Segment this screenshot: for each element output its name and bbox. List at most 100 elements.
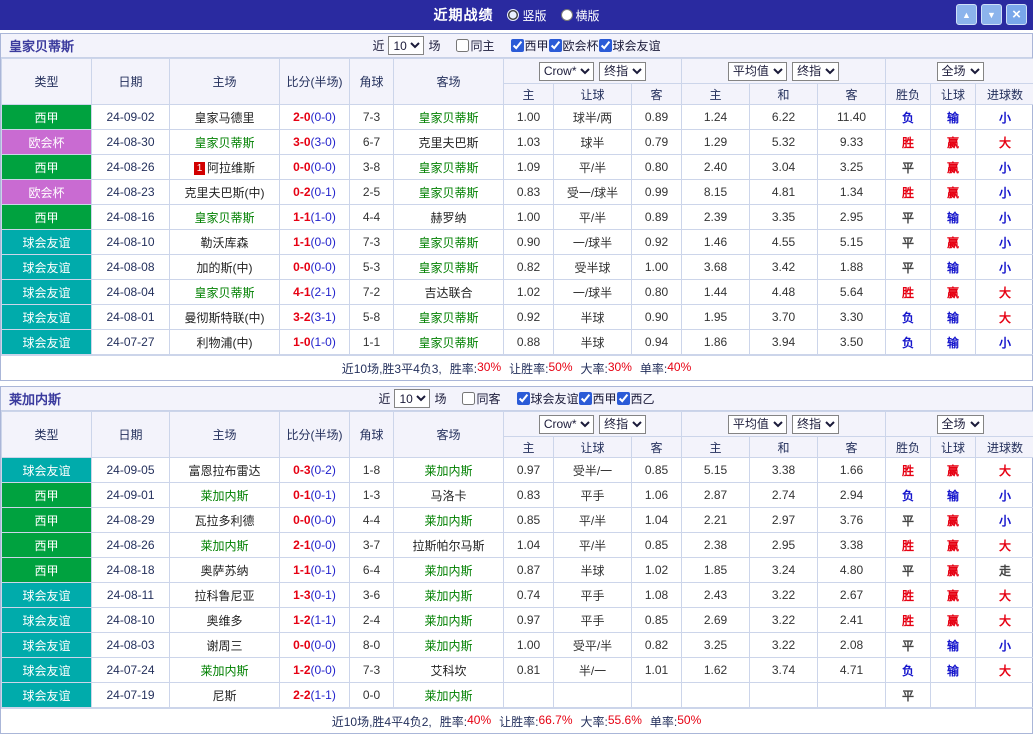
league-filter-西乙[interactable]: 西乙 bbox=[617, 390, 655, 407]
match-result: 平 bbox=[886, 508, 931, 533]
home-team-name[interactable]: 瓦拉多利德 bbox=[194, 514, 254, 528]
halftime-score: (0-2) bbox=[311, 463, 336, 477]
away-team-name[interactable]: 皇家贝蒂斯 bbox=[418, 161, 478, 175]
away-team-name[interactable]: 莱加内斯 bbox=[424, 589, 472, 603]
home-team-name[interactable]: 奥维多 bbox=[206, 614, 242, 628]
league-filter-球会友谊[interactable]: 球会友谊 bbox=[517, 390, 579, 407]
match-row: 欧会杯24-08-23克里夫巴斯(中)0-2(0-1)2-5皇家贝蒂斯0.83受… bbox=[2, 180, 1033, 205]
league-filter-checkbox[interactable] bbox=[549, 39, 562, 52]
home-team-name[interactable]: 阿拉维斯 bbox=[207, 161, 255, 175]
home-team-name[interactable]: 曼彻斯特联(中) bbox=[185, 311, 265, 325]
home-team-name[interactable]: 皇家马德里 bbox=[194, 111, 254, 125]
away-team-name[interactable]: 皇家贝蒂斯 bbox=[418, 311, 478, 325]
home-team-name[interactable]: 莱加内斯 bbox=[200, 664, 248, 678]
away-team-name[interactable]: 皇家贝蒂斯 bbox=[418, 236, 478, 250]
league-filter-西甲[interactable]: 西甲 bbox=[511, 37, 549, 54]
away-team-name[interactable]: 艾科坎 bbox=[430, 664, 466, 678]
match-date: 24-08-18 bbox=[92, 558, 170, 583]
layout-vertical-radio[interactable]: 竖版 bbox=[507, 7, 546, 24]
move-down-button[interactable]: ▼ bbox=[981, 4, 1002, 25]
league-filter-checkbox[interactable] bbox=[617, 392, 630, 405]
corner-score: 1-1 bbox=[350, 330, 394, 355]
away-team-name[interactable]: 莱加内斯 bbox=[424, 564, 472, 578]
away-team-name[interactable]: 莱加内斯 bbox=[424, 689, 472, 703]
match-row: 球会友谊24-08-08加的斯(中)0-0(0-0)5-3皇家贝蒂斯0.82受半… bbox=[2, 255, 1033, 280]
away-team-name[interactable]: 克里夫巴斯 bbox=[418, 136, 478, 150]
league-filter-checkbox[interactable] bbox=[579, 392, 592, 405]
avg-company-select[interactable]: 平均值 bbox=[728, 415, 787, 434]
layout-horizontal-radio[interactable]: 横版 bbox=[561, 7, 600, 24]
away-team-name[interactable]: 皇家贝蒂斯 bbox=[418, 111, 478, 125]
home-team-name[interactable]: 皇家贝蒂斯 bbox=[194, 136, 254, 150]
home-team-name[interactable]: 拉科鲁尼亚 bbox=[194, 589, 254, 603]
away-team: 皇家贝蒂斯 bbox=[394, 255, 504, 280]
close-button[interactable]: × bbox=[1006, 4, 1027, 25]
league-filters: 西甲欧会杯球会友谊 bbox=[511, 37, 661, 54]
away-team-name[interactable]: 马洛卡 bbox=[430, 489, 466, 503]
vertical-radio-input[interactable] bbox=[507, 9, 519, 21]
match-row: 西甲24-08-26莱加内斯2-1(0-0)3-7拉斯帕尔马斯1.04平/半0.… bbox=[2, 533, 1033, 558]
same-venue-filter[interactable]: 同主 bbox=[456, 37, 494, 54]
league-filter-西甲[interactable]: 西甲 bbox=[579, 390, 617, 407]
avg-final-select[interactable]: 终指 bbox=[792, 415, 839, 434]
away-team-name[interactable]: 莱加内斯 bbox=[424, 514, 472, 528]
away-team-name[interactable]: 莱加内斯 bbox=[424, 614, 472, 628]
move-up-button[interactable]: ▲ bbox=[956, 4, 977, 25]
same-venue-filter[interactable]: 同客 bbox=[462, 390, 500, 407]
league-type-cell: 球会友谊 bbox=[2, 280, 92, 305]
odds-company-select[interactable]: Crow* bbox=[539, 415, 594, 434]
away-team-name[interactable]: 皇家贝蒂斯 bbox=[418, 261, 478, 275]
home-team-name[interactable]: 加的斯(中) bbox=[197, 261, 253, 275]
away-team-name[interactable]: 莱加内斯 bbox=[424, 464, 472, 478]
away-team-name[interactable]: 赫罗纳 bbox=[430, 211, 466, 225]
fulltime-select[interactable]: 全场 bbox=[937, 62, 984, 81]
fulltime-select[interactable]: 全场 bbox=[937, 415, 984, 434]
handicap-home-odds: 0.88 bbox=[504, 330, 554, 355]
home-team-name[interactable]: 勒沃库森 bbox=[200, 236, 248, 250]
corner-score: 0-0 bbox=[350, 683, 394, 708]
home-team-name[interactable]: 谢周三 bbox=[206, 639, 242, 653]
home-team-name[interactable]: 莱加内斯 bbox=[200, 539, 248, 553]
avg-home-odds: 1.95 bbox=[682, 305, 750, 330]
match-date: 24-07-27 bbox=[92, 330, 170, 355]
avg-company-select[interactable]: 平均值 bbox=[728, 62, 787, 81]
home-team-name[interactable]: 皇家贝蒂斯 bbox=[194, 211, 254, 225]
home-team-name[interactable]: 利物浦(中) bbox=[197, 336, 253, 350]
avg-away-odds: 1.88 bbox=[818, 255, 886, 280]
away-team-name[interactable]: 拉斯帕尔马斯 bbox=[412, 539, 484, 553]
league-filters: 球会友谊西甲西乙 bbox=[517, 390, 655, 407]
odds-company-select[interactable]: Crow* bbox=[539, 62, 594, 81]
odds-final-select[interactable]: 终指 bbox=[599, 62, 646, 81]
match-count-select[interactable]: 10 bbox=[394, 389, 430, 408]
league-filter-label: 西甲 bbox=[593, 390, 617, 407]
avg-home-odds: 1.62 bbox=[682, 658, 750, 683]
home-team-name[interactable]: 克里夫巴斯(中) bbox=[185, 186, 265, 200]
handicap-result bbox=[931, 683, 976, 708]
horizontal-radio-input[interactable] bbox=[561, 9, 573, 21]
league-filter-checkbox[interactable] bbox=[599, 39, 612, 52]
odds-final-select[interactable]: 终指 bbox=[599, 415, 646, 434]
col-home: 主场 bbox=[170, 59, 280, 105]
home-team-name[interactable]: 皇家贝蒂斯 bbox=[194, 286, 254, 300]
away-team-name[interactable]: 皇家贝蒂斯 bbox=[418, 336, 478, 350]
match-row: 球会友谊24-08-03谢周三0-0(0-0)8-0莱加内斯1.00受平/半0.… bbox=[2, 633, 1033, 658]
sub-avg-draw: 和 bbox=[750, 84, 818, 105]
league-filter-checkbox[interactable] bbox=[517, 392, 530, 405]
away-team-name[interactable]: 皇家贝蒂斯 bbox=[418, 186, 478, 200]
home-team: 奥维多 bbox=[170, 608, 280, 633]
league-filter-球会友谊[interactable]: 球会友谊 bbox=[599, 37, 661, 54]
home-team-name[interactable]: 奥萨苏纳 bbox=[200, 564, 248, 578]
avg-draw-odds: 3.22 bbox=[750, 608, 818, 633]
avg-final-select[interactable]: 终指 bbox=[792, 62, 839, 81]
same-venue-checkbox[interactable] bbox=[462, 392, 475, 405]
league-filter-欧会杯[interactable]: 欧会杯 bbox=[549, 37, 599, 54]
home-team-name[interactable]: 富恩拉布雷达 bbox=[188, 464, 260, 478]
sub-avg-away: 客 bbox=[818, 84, 886, 105]
away-team-name[interactable]: 莱加内斯 bbox=[424, 639, 472, 653]
same-venue-checkbox[interactable] bbox=[456, 39, 469, 52]
home-team-name[interactable]: 莱加内斯 bbox=[200, 489, 248, 503]
match-count-select[interactable]: 10 bbox=[388, 36, 424, 55]
home-team-name[interactable]: 尼斯 bbox=[212, 689, 236, 703]
away-team-name[interactable]: 吉达联合 bbox=[424, 286, 472, 300]
league-filter-checkbox[interactable] bbox=[511, 39, 524, 52]
